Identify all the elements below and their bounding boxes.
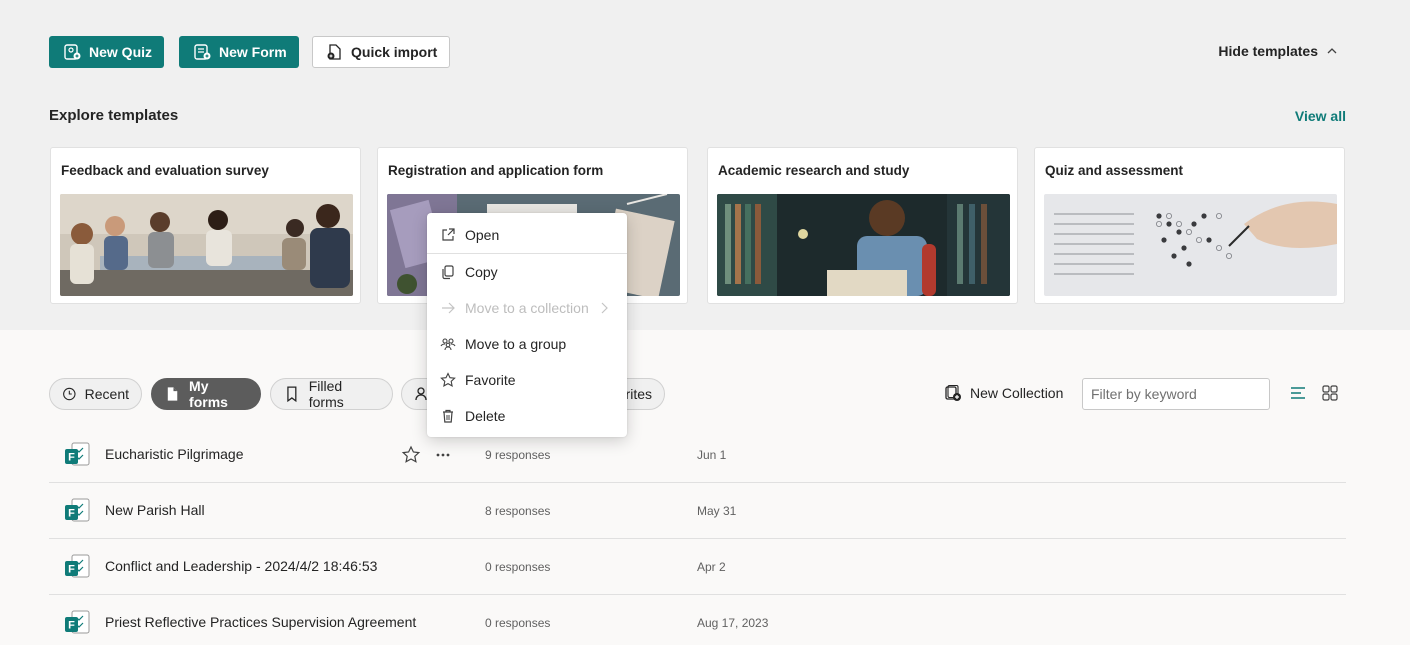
view-all-link[interactable]: View all [1295,108,1346,124]
template-card-title: Feedback and evaluation survey [61,163,269,178]
quick-import-label: Quick import [351,44,438,60]
form-name[interactable]: New Parish Hall [105,502,205,518]
open-external-icon [442,228,455,241]
menu-item-open[interactable]: Open [427,217,627,253]
list-view-icon[interactable] [1289,384,1307,402]
arrow-right-icon [442,302,455,314]
modified-date: Apr 2 [697,560,726,574]
menu-item-move-collection-label: Move to a collection [465,300,589,316]
clock-icon [63,387,76,401]
modified-date: Jun 1 [697,448,727,462]
trash-icon [443,409,453,423]
svg-text:F: F [68,508,75,520]
filter-my-forms-label: My forms [189,378,228,410]
filter-recent-label: Recent [84,386,129,402]
template-card-title: Academic research and study [718,163,910,178]
new-quiz-button[interactable]: New Quiz [49,36,165,68]
template-image-library [717,194,1010,296]
forms-file-icon: F [65,554,90,578]
copy-icon [442,265,454,280]
table-row[interactable]: F Priest Reflective Practices Supervisio… [49,595,1346,645]
context-menu: Open Copy Move to a collection Move to a… [427,213,627,437]
template-card-feedback[interactable]: Feedback and evaluation survey [50,147,361,304]
form-name[interactable]: Priest Reflective Practices Supervision … [105,614,416,630]
template-card-quiz[interactable]: Quiz and assessment [1034,147,1345,304]
document-icon [167,387,178,401]
menu-item-move-group-label: Move to a group [465,336,567,352]
form-name[interactable]: Eucharistic Pilgrimage [105,446,244,462]
response-count: 0 responses [485,616,551,630]
more-horizontal-icon[interactable] [433,445,453,465]
quiz-icon [64,44,81,60]
hide-templates-label: Hide templates [1218,43,1318,59]
templates-panel: New Quiz New Form Quick import Hide temp… [0,0,1410,330]
template-image-answer-sheet [1044,194,1337,296]
menu-item-delete-label: Delete [465,408,506,424]
template-card-title: Registration and application form [388,163,604,178]
chevron-up-icon [1327,48,1337,54]
forms-file-icon: F [65,498,90,522]
forms-file-icon: F [65,442,90,466]
quick-import-button[interactable]: Quick import [312,36,451,68]
new-quiz-label: New Quiz [89,44,153,60]
form-name[interactable]: Conflict and Leadership - 2024/4/2 18:46… [105,558,377,574]
menu-item-open-label: Open [465,227,500,243]
modified-date: May 31 [697,504,737,518]
menu-item-favorite[interactable]: Favorite [427,362,627,398]
star-icon[interactable] [401,445,421,465]
filter-filled-forms[interactable]: Filled forms [270,378,393,410]
response-count: 9 responses [485,448,551,462]
form-icon [194,44,211,60]
response-count: 0 responses [485,560,551,574]
filter-keyword-input[interactable] [1082,378,1270,410]
table-row[interactable]: F New Parish Hall 8 responses May 31 [49,483,1346,539]
new-form-label: New Form [219,44,287,60]
response-count: 8 responses [485,504,551,518]
menu-item-copy-label: Copy [465,264,498,280]
filter-filled-forms-label: Filled forms [308,378,344,410]
template-image-meeting [60,194,353,296]
svg-text:F: F [68,452,75,464]
grid-view-icon[interactable] [1321,384,1339,402]
filter-my-forms[interactable]: My forms [151,378,261,410]
explore-templates-heading: Explore templates [49,107,179,124]
new-form-button[interactable]: New Form [179,36,299,68]
new-collection-label: New Collection [970,385,1064,401]
table-row[interactable]: F Conflict and Leadership - 2024/4/2 18:… [49,539,1346,595]
menu-item-move-collection: Move to a collection [427,290,627,326]
filter-recent[interactable]: Recent [49,378,142,410]
bookmark-icon [287,386,297,403]
chevron-right-icon [601,302,608,314]
forms-file-icon: F [65,610,90,634]
svg-text:F: F [68,564,75,576]
template-card-title: Quiz and assessment [1045,163,1184,178]
import-icon [327,44,341,60]
people-icon [440,338,456,351]
menu-item-delete[interactable]: Delete [427,398,627,434]
modified-date: Aug 17, 2023 [697,616,769,630]
template-card-research[interactable]: Academic research and study [707,147,1018,304]
menu-item-copy[interactable]: Copy [427,254,627,290]
filter-favorites-label: rites [625,386,652,402]
menu-item-move-group[interactable]: Move to a group [427,326,627,362]
table-row[interactable]: F Eucharistic Pilgrimage 9 responses Jun… [49,427,1346,483]
hide-templates-button[interactable]: Hide templates [1218,43,1338,59]
star-icon [440,372,456,387]
svg-text:F: F [68,620,75,632]
new-collection-icon [945,384,961,401]
new-collection-button[interactable]: New Collection [944,384,1063,402]
menu-item-favorite-label: Favorite [465,372,516,388]
